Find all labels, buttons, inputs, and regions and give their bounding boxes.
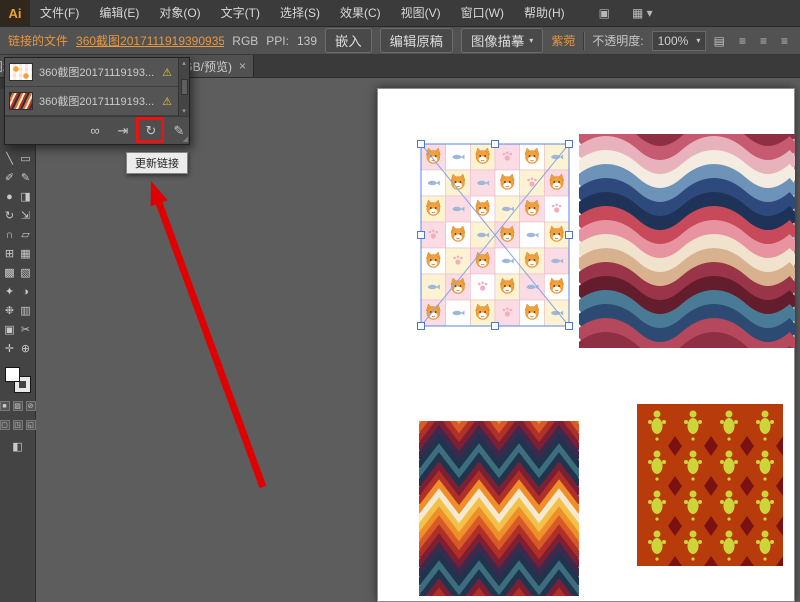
fill-stroke-swatches[interactable] (5, 367, 30, 392)
links-panel: 360截图20171119193... ⚠ 360截图20171119193... ⚠… (4, 57, 190, 145)
separator (583, 32, 584, 50)
go-to-link-icon[interactable]: ⇥ (113, 123, 133, 139)
align-center-icon[interactable]: ≡ (760, 34, 767, 48)
scale-tool[interactable]: ⇲ (18, 206, 34, 225)
gradient-mode-icon[interactable]: ▨ (13, 401, 23, 411)
scrollbar-thumb[interactable] (181, 79, 188, 95)
resize-grip-icon[interactable]: ◢ (183, 135, 188, 143)
red-highlight-box (136, 117, 164, 143)
mesh-tool[interactable]: ▩ (2, 263, 18, 282)
artboard-tool[interactable]: ▣ (2, 320, 18, 339)
missing-link-warning-icon: ⚠ (162, 66, 172, 79)
illustrator-logo: Ai (0, 0, 30, 26)
style-link[interactable]: 紫菀 (551, 32, 575, 49)
screen-mode-icon[interactable]: ◧ (12, 440, 22, 453)
fill-swatch[interactable] (5, 367, 20, 382)
align-horizontal-icon[interactable]: ≡ (739, 34, 746, 48)
menu-type[interactable]: 文字(T) (211, 0, 270, 26)
column-graph-tool[interactable]: ▥ (18, 301, 34, 320)
menu-right-icons: ▣ ▦ ▾ (599, 6, 653, 20)
ppi-value: 139 (297, 34, 317, 48)
linked-filename-link[interactable]: 360截图2017111919390935... (76, 32, 224, 49)
workspace: « ↖▷✶≈✒T╲▭✐✎●◨↻⇲∩▱⊞▦▩▧✦◑❉▥▣✂✛⊕ ■▨⊘ ▢◳◱ ◧ (0, 78, 800, 602)
symbol-sprayer-tool[interactable]: ❉ (2, 301, 18, 320)
menu-select[interactable]: 选择(S) (270, 0, 330, 26)
menu-object[interactable]: 对象(O) (149, 0, 210, 26)
main-menu: 文件(F)编辑(E)对象(O)文字(T)选择(S)效果(C)视图(V)窗口(W)… (30, 0, 575, 26)
edit-original-button[interactable]: 编辑原稿 (380, 28, 453, 53)
rectangle-tool[interactable]: ▭ (18, 149, 34, 168)
slice-tool[interactable]: ✂ (18, 320, 34, 339)
missing-link-warning-icon: ⚠ (162, 95, 172, 108)
chevron-pattern-image[interactable] (419, 421, 579, 596)
arrange-documents-icon[interactable]: ▦ ▾ (632, 6, 653, 20)
links-list: 360截图20171119193... ⚠ 360截图20171119193... ⚠ (5, 58, 178, 116)
menu-window[interactable]: 窗口(W) (451, 0, 514, 26)
link-filename: 360截图20171119193... (39, 64, 156, 80)
menu-effect[interactable]: 效果(C) (330, 0, 391, 26)
tools-panel: « ↖▷✶≈✒T╲▭✐✎●◨↻⇲∩▱⊞▦▩▧✦◑❉▥▣✂✛⊕ ■▨⊘ ▢◳◱ ◧ (0, 78, 36, 602)
ornate-pattern-image[interactable] (637, 404, 783, 566)
draw-behind-icon[interactable]: ◳ (13, 420, 23, 430)
menu-file[interactable]: 文件(F) (30, 0, 89, 26)
image-trace-button[interactable]: 图像描摹 ▾ (461, 28, 543, 53)
line-segment-tool[interactable]: ╲ (2, 149, 18, 168)
blend-tool[interactable]: ◑ (18, 282, 34, 301)
draw-inside-icon[interactable]: ◱ (26, 420, 36, 430)
pencil-tool[interactable]: ✎ (18, 168, 34, 187)
eraser-tool[interactable]: ◨ (18, 187, 34, 206)
draw-normal-icon[interactable]: ▢ (0, 420, 10, 430)
close-icon[interactable]: × (239, 59, 246, 73)
perspective-grid-tool[interactable]: ▦ (18, 244, 34, 263)
none-mode-icon[interactable]: ⊘ (26, 401, 36, 411)
rotate-tool[interactable]: ↻ (2, 206, 18, 225)
update-link-tooltip: 更新链接 (126, 152, 188, 174)
distribute-icon[interactable]: ≡ (781, 34, 788, 48)
cat-pattern-svg (421, 144, 569, 326)
cat-pattern-image-selected[interactable] (421, 144, 569, 326)
app-bar-icon[interactable]: ▣ (599, 6, 610, 20)
scrollbar[interactable]: ▴ ▾ (178, 58, 189, 116)
relink-icon[interactable]: ∞ (85, 123, 105, 138)
opacity-label: 不透明度: (592, 32, 643, 49)
color-mode-icon[interactable]: ■ (0, 401, 10, 411)
link-filename: 360截图20171119193... (39, 93, 156, 109)
artboard[interactable] (377, 88, 795, 602)
zoom-tool[interactable]: ⊕ (18, 339, 34, 358)
paintbrush-tool[interactable]: ✐ (2, 168, 18, 187)
linked-file-label: 链接的文件 (8, 32, 68, 49)
cat-pattern-thumbnail (9, 63, 33, 81)
gradient-tool[interactable]: ▧ (18, 263, 34, 282)
color-mode-label: RGB (232, 34, 258, 48)
scroll-up-icon[interactable]: ▴ (182, 59, 186, 67)
wave-pattern-image[interactable] (579, 134, 795, 348)
menu-edit[interactable]: 编辑(E) (89, 0, 149, 26)
menu-bar: Ai 文件(F)编辑(E)对象(O)文字(T)选择(S)效果(C)视图(V)窗口… (0, 0, 800, 27)
draw-mode-buttons: ▢◳◱ (0, 420, 36, 430)
width-tool[interactable]: ∩ (2, 225, 18, 244)
panel-menu-icon[interactable]: ▤ (714, 34, 725, 48)
blob-brush-tool[interactable]: ● (2, 187, 18, 206)
free-transform-tool[interactable]: ▱ (18, 225, 34, 244)
link-row[interactable]: 360截图20171119193... ⚠ (5, 58, 178, 87)
menu-help[interactable]: 帮助(H) (514, 0, 575, 26)
link-row[interactable]: 360截图20171119193... ⚠ (5, 87, 178, 116)
scroll-down-icon[interactable]: ▾ (182, 107, 186, 115)
image-trace-label: 图像描摹 (471, 31, 524, 50)
hand-tool[interactable]: ✛ (2, 339, 18, 358)
eyedropper-tool[interactable]: ✦ (2, 282, 18, 301)
control-bar: 链接的文件 360截图2017111919390935... RGB PPI: … (0, 27, 800, 55)
chevron-pattern-thumbnail (9, 92, 33, 110)
ppi-label: PPI: (266, 34, 289, 48)
fill-mode-buttons: ■▨⊘ (0, 401, 36, 411)
chevron-down-icon[interactable]: ▾ (529, 36, 533, 45)
control-bar-right-icons: ▤ ≡ ≡ ≡ (714, 34, 792, 48)
opacity-value: 100% (658, 34, 689, 48)
shape-builder-tool[interactable]: ⊞ (2, 244, 18, 263)
menu-view[interactable]: 视图(V) (391, 0, 451, 26)
embed-button[interactable]: 嵌入 (325, 28, 372, 53)
chevron-down-icon: ▾ (696, 36, 700, 45)
opacity-dropdown[interactable]: 100% ▾ (652, 31, 706, 51)
